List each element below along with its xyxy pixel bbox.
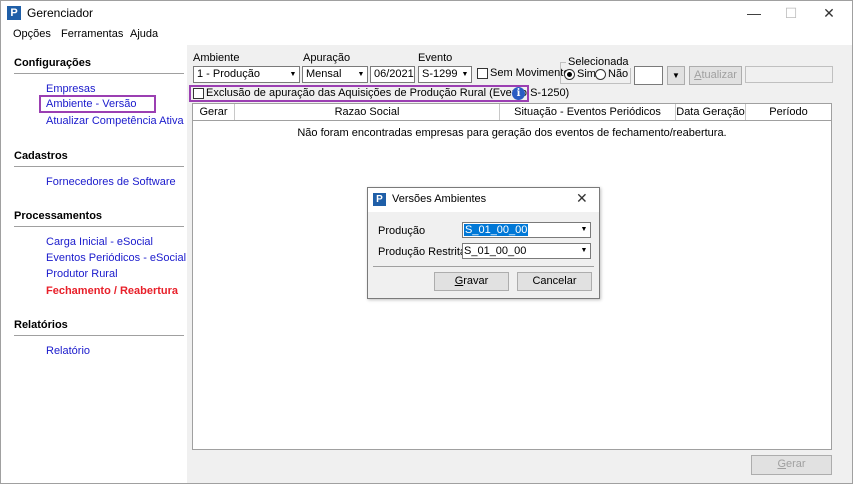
- maximize-button[interactable]: ☐: [773, 3, 809, 23]
- apuracao-select-value: Mensal: [306, 68, 342, 80]
- sidebar-item-fornecedores[interactable]: Fornecedores de Software: [46, 176, 176, 188]
- section-divider: [14, 226, 184, 227]
- gerar-button[interactable]: Gerar: [751, 455, 832, 475]
- evento-select-value: S-1299: [422, 68, 458, 80]
- app-logo-icon: P: [7, 6, 21, 20]
- column-header-data-geracao[interactable]: Data Geração: [676, 104, 746, 120]
- sidebar-item-atualizar-competencia[interactable]: Atualizar Competência Ativa: [46, 115, 184, 127]
- restrita-select[interactable]: S_01_00_00 ▼: [462, 243, 591, 259]
- selecionada-input[interactable]: [634, 66, 663, 85]
- producao-label: Produção: [378, 225, 426, 237]
- sim-label: Sim: [577, 68, 596, 80]
- menu-bar: Opções Ferramentas Ajuda: [1, 26, 852, 44]
- producao-select-value: S_01_00_00: [464, 224, 529, 236]
- section-title-cadastros: Cadastros: [14, 150, 68, 162]
- sim-radio[interactable]: [564, 69, 575, 80]
- chevron-down-icon: ▼: [578, 223, 590, 237]
- cancelar-button[interactable]: Cancelar: [517, 272, 592, 291]
- sidebar-item-ambiente-versao[interactable]: Ambiente - Versão: [46, 98, 137, 110]
- section-divider: [14, 73, 184, 74]
- ambiente-select[interactable]: 1 - Produção ▼: [193, 66, 300, 83]
- dialog-close-button[interactable]: ✕: [576, 190, 588, 207]
- ambiente-label: Ambiente: [193, 52, 240, 64]
- status-field: [745, 66, 833, 83]
- dialog-title-bar: P Versões Ambientes ✕: [368, 188, 599, 212]
- column-header-gerar[interactable]: Gerar: [193, 104, 235, 120]
- atualizar-button[interactable]: Atualizar: [689, 66, 742, 85]
- main-window: P Gerenciador — ☐ ✕ Opções Ferramentas A…: [0, 0, 853, 484]
- title-bar: P Gerenciador — ☐ ✕: [1, 1, 852, 25]
- info-icon[interactable]: i: [512, 87, 525, 100]
- column-header-razao-social[interactable]: Razao Social: [235, 104, 500, 120]
- chevron-down-icon: ▼: [355, 67, 367, 82]
- gravar-button[interactable]: Gravar: [434, 272, 509, 291]
- exclusao-checkbox[interactable]: [193, 88, 204, 99]
- menu-opcoes[interactable]: Opções: [13, 28, 51, 40]
- grid-header: Gerar Razao Social Situação - Eventos Pe…: [193, 104, 831, 121]
- nao-label: Não: [608, 68, 629, 80]
- section-title-processamentos: Processamentos: [14, 210, 103, 222]
- sidebar-item-empresas[interactable]: Empresas: [46, 83, 96, 95]
- chevron-down-icon: ▼: [287, 67, 299, 82]
- section-title-relatorios: Relatórios: [14, 319, 68, 331]
- restrita-select-value: S_01_00_00: [464, 245, 527, 257]
- versoes-ambientes-dialog: P Versões Ambientes ✕ Produção S_01_00_0…: [367, 187, 600, 299]
- dropdown-button[interactable]: ▼: [667, 66, 685, 85]
- producao-select[interactable]: S_01_00_00 ▼: [462, 222, 591, 238]
- menu-ajuda[interactable]: Ajuda: [130, 28, 158, 40]
- minimize-button[interactable]: —: [736, 3, 772, 23]
- dialog-title: Versões Ambientes: [392, 193, 487, 205]
- sidebar-item-carga-inicial[interactable]: Carga Inicial - eSocial: [46, 236, 153, 248]
- selecionada-label: Selecionada: [566, 56, 631, 68]
- sidebar: Configurações Empresas Ambiente - Versão…: [1, 45, 187, 483]
- menu-ferramentas[interactable]: Ferramentas: [61, 28, 123, 40]
- apuracao-select[interactable]: Mensal ▼: [302, 66, 368, 83]
- chevron-down-icon: ▼: [459, 67, 471, 82]
- section-divider: [14, 166, 184, 167]
- evento-label: Evento: [418, 52, 453, 64]
- chevron-down-icon: ▼: [578, 244, 590, 258]
- evento-select[interactable]: S-1299 ▼: [418, 66, 472, 83]
- apuracao-label: Apuração: [303, 52, 351, 64]
- sidebar-item-eventos-periodicos[interactable]: Eventos Periódicos - eSocial: [46, 252, 186, 264]
- column-header-periodo[interactable]: Período: [746, 104, 831, 120]
- sidebar-item-produtor-rural[interactable]: Produtor Rural: [46, 268, 118, 280]
- close-button[interactable]: ✕: [811, 3, 847, 23]
- dialog-divider: [373, 266, 594, 267]
- window-title: Gerenciador: [27, 6, 94, 20]
- sidebar-item-fechamento-reabertura[interactable]: Fechamento / Reabertura: [46, 285, 178, 297]
- sem-movimento-label: Sem Movimento: [490, 67, 570, 79]
- section-title-configuracoes: Configurações: [14, 57, 92, 69]
- sem-movimento-checkbox[interactable]: [477, 68, 488, 79]
- restrita-label: Produção Restrita: [378, 246, 467, 258]
- section-divider: [14, 335, 184, 336]
- app-logo-icon: P: [373, 193, 386, 206]
- empty-message: Não foram encontradas empresas para gera…: [297, 127, 727, 139]
- chevron-down-icon: ▼: [672, 71, 680, 80]
- sidebar-item-relatorio[interactable]: Relatório: [46, 345, 90, 357]
- periodo-input[interactable]: 06/2021: [370, 66, 415, 83]
- ambiente-select-value: 1 - Produção: [197, 68, 260, 80]
- column-header-situacao[interactable]: Situação - Eventos Periódicos: [500, 104, 676, 120]
- nao-radio[interactable]: [595, 69, 606, 80]
